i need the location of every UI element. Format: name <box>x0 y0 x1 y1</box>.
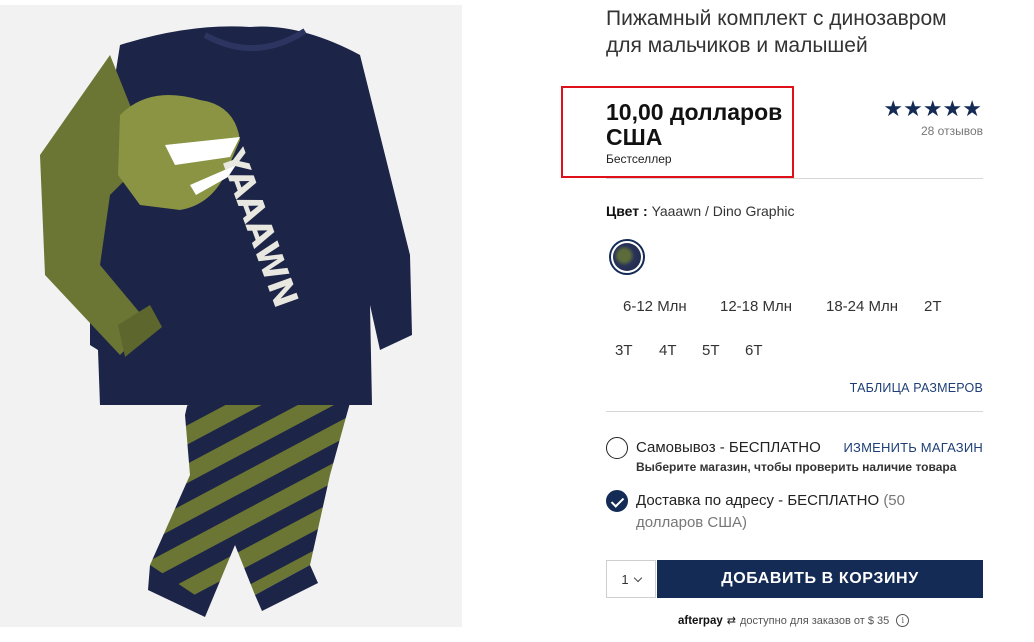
size-option[interactable]: 2T <box>924 298 942 316</box>
info-icon[interactable]: i <box>896 614 910 627</box>
delivery-option-text: Доставка по адресу - БЕСПЛАТНО (50 долла… <box>636 490 946 534</box>
rating-stars-icon[interactable]: ★★★★★ <box>883 97 982 121</box>
divider <box>606 178 983 179</box>
quantity-value: 1 <box>621 571 629 587</box>
swatch-thumbnail-icon <box>613 243 641 271</box>
afterpay-logo: afterpay <box>678 614 723 627</box>
size-option[interactable]: 6T <box>745 342 763 360</box>
change-store-link[interactable]: ИЗМЕНИТЬ МАГАЗИН <box>844 440 984 455</box>
afterpay-row: afterpay ⇄ доступно для заказов от $ 35 … <box>678 614 910 627</box>
size-chart-link[interactable]: ТАБЛИЦА РАЗМЕРОВ <box>850 381 983 395</box>
size-option[interactable]: 18-24 Млн <box>826 298 898 316</box>
product-price: 10,00 долларов США <box>606 99 783 150</box>
divider <box>606 411 983 412</box>
size-option[interactable]: 6-12 Млн <box>623 298 687 316</box>
color-swatch-selected[interactable] <box>609 239 645 275</box>
size-option[interactable]: 5T <box>702 342 720 360</box>
pickup-title: Самовывоз - БЕСПЛАТНО <box>636 439 821 456</box>
color-value: Yaaawn / Dino Graphic <box>651 203 795 219</box>
pickup-radio[interactable] <box>606 437 628 459</box>
add-to-cart-button[interactable]: ДОБАВИТЬ В КОРЗИНУ <box>657 560 983 598</box>
review-count[interactable]: 28 отзывов <box>921 124 983 138</box>
color-label-row: Цвет : Yaaawn / Dino Graphic <box>606 203 795 219</box>
quantity-select[interactable]: 1 <box>606 560 656 598</box>
color-label: Цвет : <box>606 203 648 219</box>
product-image[interactable]: YAAAWN <box>0 5 462 627</box>
afterpay-text: доступно для заказов от $ 35 <box>739 614 890 627</box>
size-option[interactable]: 3T <box>615 342 633 360</box>
bestseller-badge: Бестселлер <box>606 152 672 166</box>
product-title: Пижамный комплект с динозавром для мальч… <box>606 7 947 57</box>
chevron-down-icon <box>633 573 642 582</box>
delivery-title: Доставка по адресу - БЕСПЛАТНО <box>636 492 880 509</box>
size-option[interactable]: 12-18 Млн <box>720 298 792 316</box>
pickup-subtitle: Выберите магазин, чтобы проверить наличи… <box>636 460 957 474</box>
delivery-radio-checked[interactable] <box>606 490 628 512</box>
afterpay-mark-icon: ⇄ <box>726 615 736 627</box>
size-option[interactable]: 4T <box>659 342 677 360</box>
